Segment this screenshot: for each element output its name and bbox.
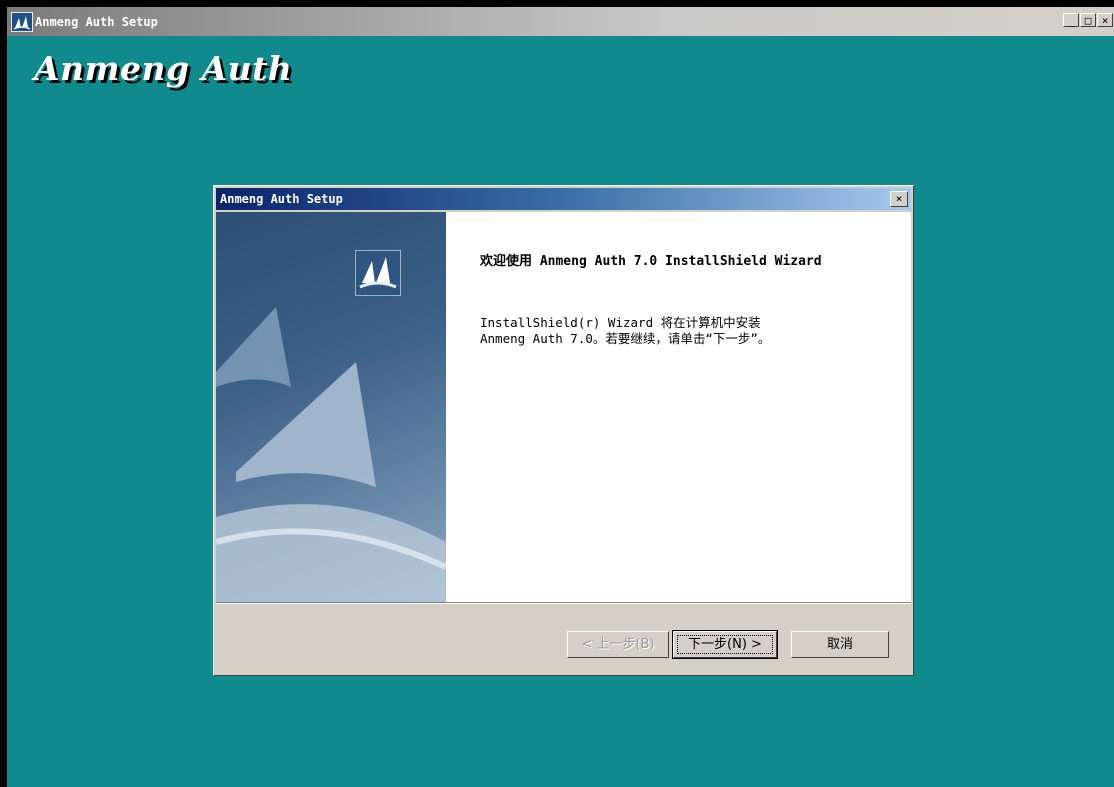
- dialog-separator: [216, 602, 911, 604]
- next-button[interactable]: 下一步(N) >: [672, 630, 778, 659]
- window-title: Anmeng Auth Setup: [35, 15, 158, 29]
- wizard-side-banner: [216, 212, 446, 602]
- body-line: InstallShield(r) Wizard 将在计算机中安装: [480, 315, 761, 330]
- sail-artwork: [216, 307, 446, 602]
- welcome-heading: 欢迎使用 Anmeng Auth 7.0 InstallShield Wizar…: [480, 254, 822, 269]
- minimize-icon[interactable]: _: [1063, 13, 1079, 27]
- dialog-body: 欢迎使用 Anmeng Auth 7.0 InstallShield Wizar…: [216, 212, 911, 602]
- dialog-title: Anmeng Auth Setup: [220, 192, 343, 206]
- body-line: Anmeng Auth 7.0。若要继续，请单击“下一步”。: [480, 331, 771, 346]
- installshield-app-icon[interactable]: [11, 12, 33, 32]
- welcome-dialog: Anmeng Auth Setup × 欢迎使用 Anmeng Auth 7.0…: [213, 185, 914, 676]
- back-button[interactable]: < 上一步(B): [567, 631, 669, 658]
- splash-title: Anmeng Auth: [34, 49, 293, 88]
- next-button-label: 下一步(N) >: [677, 635, 773, 654]
- cancel-button[interactable]: 取消: [791, 631, 889, 658]
- close-icon[interactable]: ×: [1097, 13, 1113, 27]
- maximize-icon[interactable]: □: [1080, 13, 1096, 27]
- wizard-logo-icon: [355, 250, 401, 296]
- dialog-close-icon[interactable]: ×: [890, 191, 908, 207]
- welcome-body-text: InstallShield(r) Wizard 将在计算机中安装 Anmeng …: [480, 315, 900, 347]
- dialog-titlebar[interactable]: Anmeng Auth Setup ×: [216, 188, 911, 210]
- window-titlebar[interactable]: Anmeng Auth Setup _ □ ×: [7, 7, 1114, 36]
- setup-window: Anmeng Auth Setup _ □ × Anmeng Auth Anme…: [7, 7, 1114, 787]
